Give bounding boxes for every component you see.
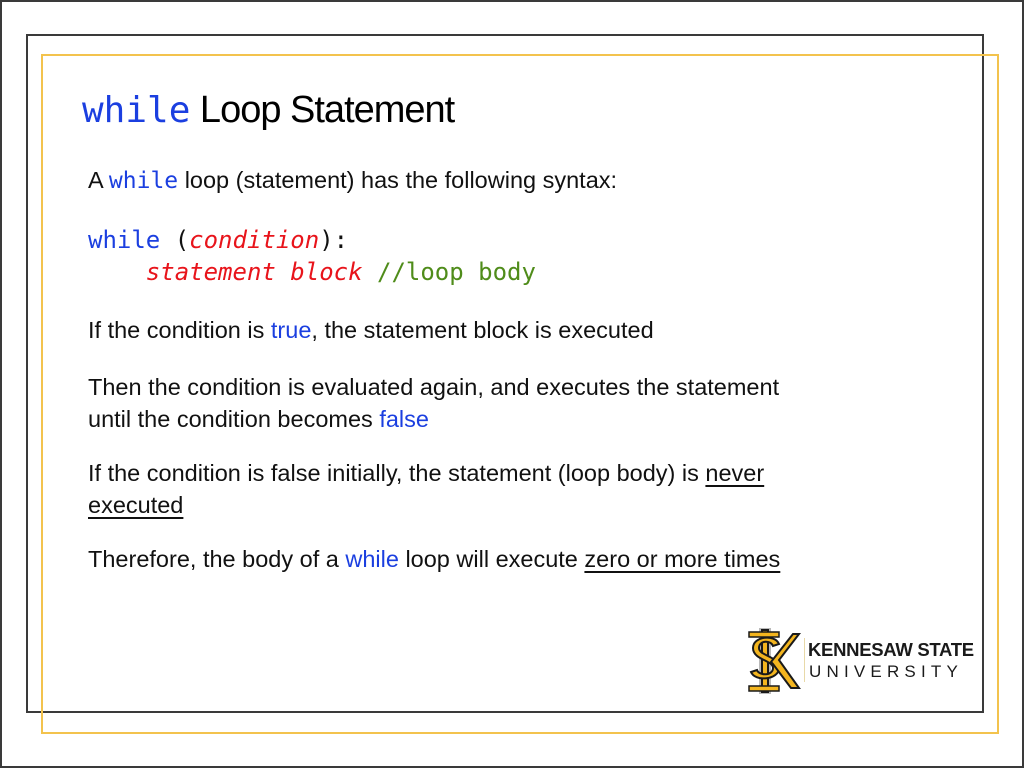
intro-keyword: while (108, 168, 179, 194)
p1-highlight: true (270, 317, 312, 343)
title-keyword: while (82, 90, 191, 131)
p4-middle: loop will execute (398, 546, 585, 572)
ksu-logo: KENNESAW STATE UNIVERSITY (745, 626, 974, 698)
logo-line2: UNIVERSITY (809, 662, 964, 681)
ksu-monogram-icon (748, 628, 801, 694)
paragraph-false-initially: If the condition is false initially, the… (88, 457, 764, 521)
p1-prefix: If the condition is (88, 317, 271, 343)
p3-underline-never: never (705, 460, 765, 486)
code-statement-block: statement block (145, 258, 363, 286)
title-text: Loop Statement (190, 89, 455, 131)
intro-prefix: A (88, 167, 109, 193)
p2-line2: until the condition becomes (88, 406, 380, 432)
p1-suffix: , the statement block is executed (311, 317, 654, 343)
paragraph-evaluated-again: Then the condition is evaluated again, a… (88, 371, 779, 435)
intro-paragraph: A while loop (statement) has the followi… (88, 164, 617, 197)
p3-line1: If the condition is false initially, the… (88, 460, 706, 486)
paragraph-therefore: Therefore, the body of a while loop will… (88, 543, 780, 575)
slide-title: while Loop Statement (82, 88, 455, 134)
p4-highlight: while (345, 546, 399, 572)
code-close-paren: ): (319, 226, 349, 254)
code-condition: condition (189, 226, 320, 254)
code-keyword: while (88, 226, 161, 254)
logo-divider (804, 638, 805, 682)
code-open-paren: ( (160, 226, 190, 254)
p4-prefix: Therefore, the body of a (88, 546, 346, 572)
logo-line1: KENNESAW STATE (808, 639, 974, 660)
syntax-code-block: while (condition): statement block //loo… (88, 224, 536, 288)
p2-highlight: false (379, 406, 429, 432)
p4-underline: zero or more times (584, 546, 781, 572)
intro-suffix: loop (statement) has the following synta… (178, 167, 618, 193)
p2-line1: Then the condition is evaluated again, a… (88, 374, 780, 400)
p3-underline-executed: executed (88, 492, 184, 518)
paragraph-true: If the condition is true, the statement … (88, 314, 654, 346)
code-comment: //loop body (362, 258, 536, 286)
